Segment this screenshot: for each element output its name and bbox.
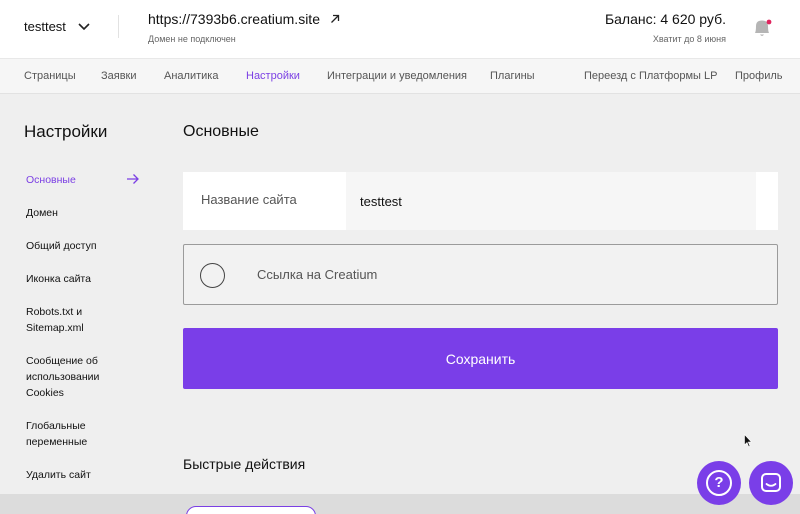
site-name-field: Название сайта <box>183 172 778 230</box>
creatium-link-label: Ссылка на Creatium <box>257 267 378 282</box>
project-switcher[interactable]: testtest <box>24 19 90 34</box>
site-name-label: Название сайта <box>201 192 297 207</box>
nav-item-migration[interactable]: Переезд с Платформы LP <box>584 70 717 82</box>
nav-item-integrations[interactable]: Интеграции и уведомления <box>327 70 467 82</box>
bottom-band <box>0 494 800 514</box>
sidebar-item-site-icon[interactable]: Иконка сайта <box>26 271 126 287</box>
project-name: testtest <box>24 19 66 34</box>
external-link-arrow-icon[interactable] <box>330 14 340 24</box>
nav-item-profile[interactable]: Профиль <box>735 70 783 82</box>
sidebar-item-general[interactable]: Основные <box>26 172 126 188</box>
sidebar-item-cookies[interactable]: Сообщение об использовании Cookies <box>26 353 116 401</box>
chevron-down-icon <box>78 22 90 30</box>
bell-icon[interactable] <box>749 15 775 41</box>
nav-item-analytics[interactable]: Аналитика <box>164 70 218 82</box>
nav-item-settings[interactable]: Настройки <box>246 70 300 82</box>
help-button[interactable]: ? <box>697 461 741 505</box>
balance-note: Хватит до 8 июня <box>652 34 726 44</box>
section-title: Основные <box>183 123 259 140</box>
question-icon: ? <box>706 470 732 496</box>
balance[interactable]: Баланс: 4 620 руб. <box>605 11 726 27</box>
quick-actions-title: Быстрые действия <box>183 456 306 472</box>
sidebar-item-shared-access[interactable]: Общий доступ <box>26 238 126 254</box>
mouse-cursor-icon <box>744 434 752 448</box>
creatium-link-option[interactable]: Ссылка на Creatium <box>183 244 778 305</box>
nav-item-pages[interactable]: Страницы <box>24 70 76 82</box>
chat-button[interactable] <box>749 461 793 505</box>
save-button[interactable]: Сохранить <box>183 328 778 389</box>
site-url-text: https://7393b6.creatium.site <box>148 11 320 27</box>
sidebar-item-global-variables[interactable]: Глобальные переменные <box>26 418 116 450</box>
arrow-right-icon <box>127 174 139 184</box>
sidebar-item-robots-sitemap[interactable]: Robots.txt и Sitemap.xml <box>26 304 106 336</box>
header-divider <box>118 15 119 38</box>
quick-action-button[interactable] <box>186 506 316 514</box>
main-nav: Страницы Заявки Аналитика Настройки Инте… <box>0 58 800 94</box>
domain-status: Домен не подключен <box>148 34 236 44</box>
chat-icon <box>761 473 781 492</box>
radio-button[interactable] <box>200 263 225 288</box>
sidebar-item-delete-site[interactable]: Удалить сайт <box>26 467 126 483</box>
sidebar-item-domain[interactable]: Домен <box>26 205 126 221</box>
sidebar-title: Настройки <box>24 122 108 141</box>
site-name-input[interactable] <box>346 172 756 230</box>
nav-item-requests[interactable]: Заявки <box>101 70 137 82</box>
top-bar: testtest https://7393b6.creatium.site До… <box>0 0 800 58</box>
nav-item-plugins[interactable]: Плагины <box>490 70 535 82</box>
site-url[interactable]: https://7393b6.creatium.site <box>148 11 340 27</box>
